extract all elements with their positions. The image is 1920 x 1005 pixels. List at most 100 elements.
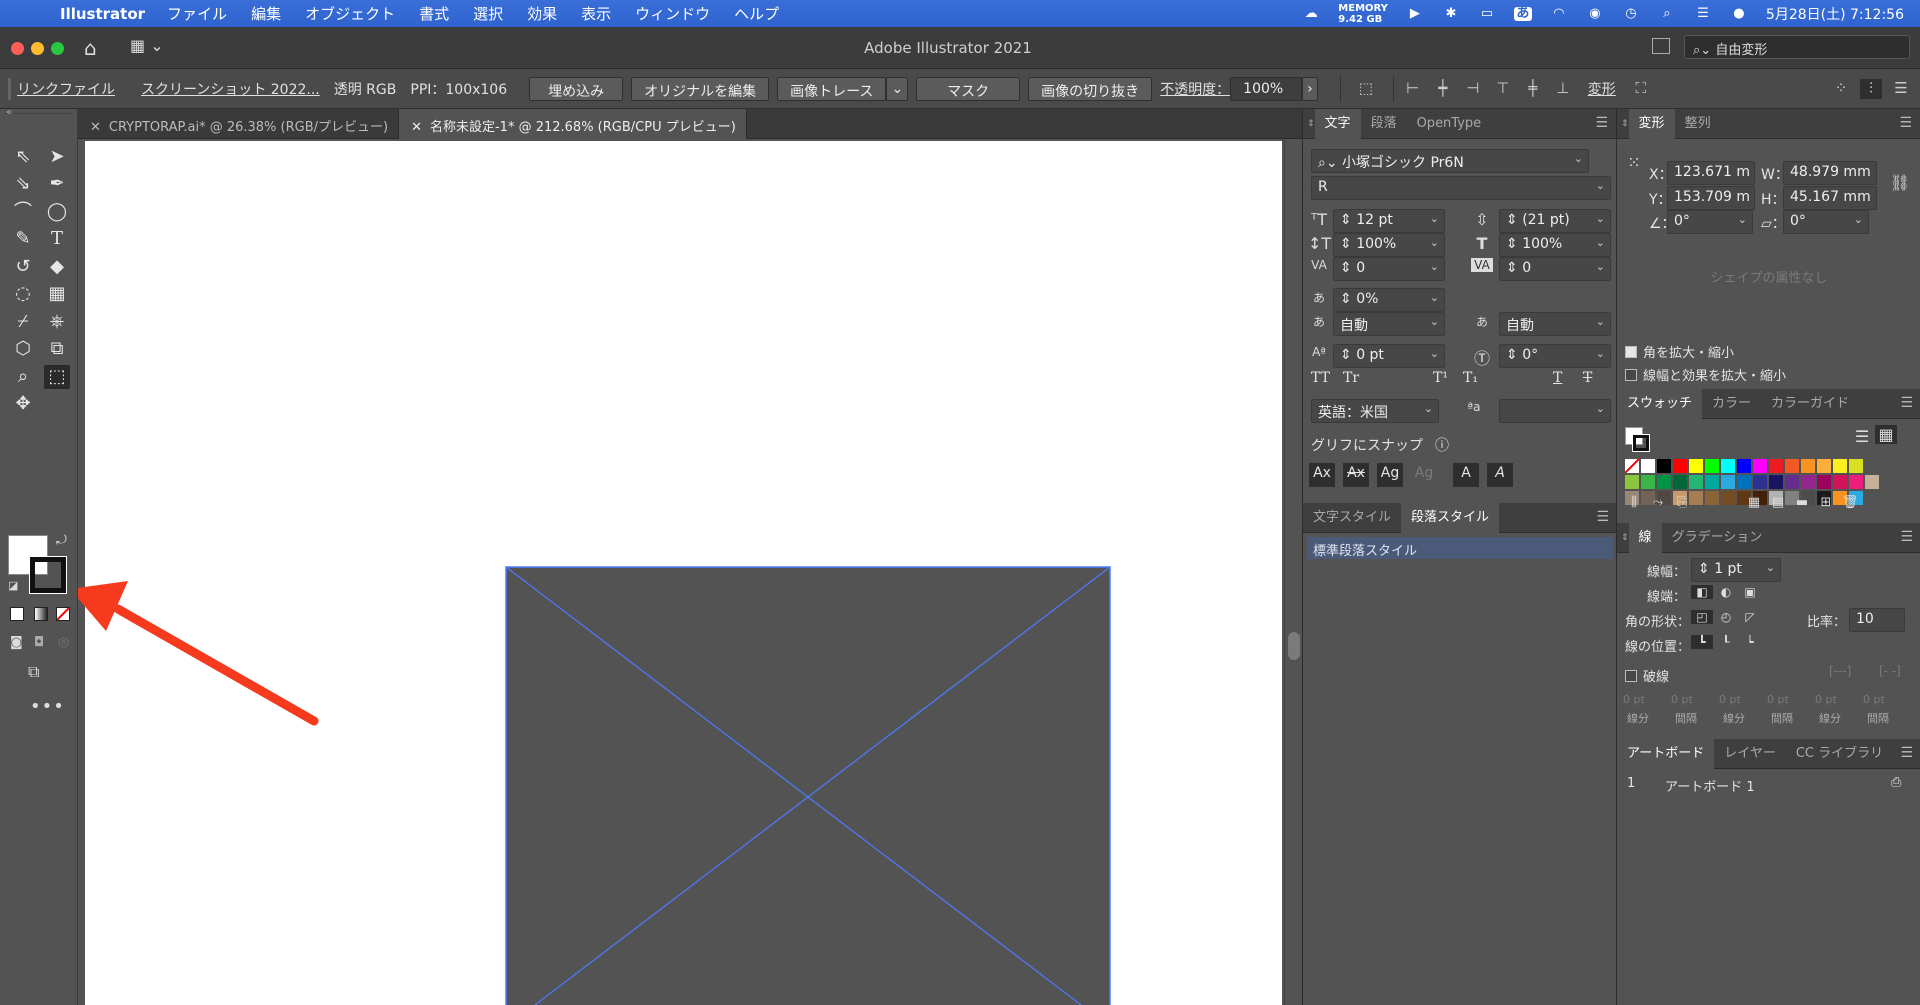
link-file-link[interactable]: リンクファイル: [17, 79, 115, 99]
paintbrush-tool-icon[interactable]: ✎: [10, 227, 36, 251]
puppet-warp-tool-icon[interactable]: ✥: [10, 392, 36, 416]
subscript-icon[interactable]: T₁: [1463, 370, 1478, 386]
mask-button[interactable]: マスク: [916, 76, 1021, 101]
cloud-icon[interactable]: ☁: [1302, 6, 1320, 21]
menu-window[interactable]: ウィンドウ: [635, 3, 710, 24]
swatch[interactable]: [1721, 475, 1735, 489]
clock-icon[interactable]: ◷: [1622, 6, 1640, 21]
recolor-icon[interactable]: ⬚: [1355, 79, 1377, 99]
swatch[interactable]: [1737, 475, 1751, 489]
user-icon[interactable]: ◉: [1586, 6, 1604, 21]
trash-icon[interactable]: 🗑: [1839, 495, 1861, 510]
tab-stroke[interactable]: 線: [1628, 522, 1662, 553]
aki-left-field[interactable]: 自動 ⌄: [1333, 312, 1445, 336]
reference-point-icon[interactable]: ⁙: [1623, 153, 1645, 172]
place-swatches-icon[interactable]: ⎘: [1671, 495, 1693, 510]
swatch-none[interactable]: [1624, 458, 1640, 474]
dash-2-field[interactable]: 0 pt: [1719, 693, 1741, 706]
tab-layers[interactable]: レイヤー: [1714, 739, 1786, 769]
kerning-field[interactable]: ⇕ 0 ⌄: [1333, 257, 1445, 281]
close-tab-icon[interactable]: ✕: [90, 120, 101, 135]
dash-preserve-icon[interactable]: [‐‐‐]: [1829, 664, 1851, 678]
swatch[interactable]: [1817, 475, 1831, 489]
round-cap-icon[interactable]: ◐: [1715, 585, 1737, 599]
menu-type[interactable]: 書式: [419, 3, 449, 24]
selection-tool-icon[interactable]: ⇖: [10, 145, 36, 169]
tsume-field[interactable]: ⇕ 0% ⌄: [1333, 288, 1445, 312]
menu-file[interactable]: ファイル: [167, 3, 227, 24]
align-left-icon[interactable]: ⊢: [1402, 79, 1424, 99]
tab-character-styles[interactable]: 文字スタイル: [1303, 503, 1401, 533]
strikethrough-icon[interactable]: T: [1583, 370, 1592, 386]
menu-app-name[interactable]: Illustrator: [60, 5, 145, 23]
show-kinds-icon[interactable]: ⤳: [1647, 495, 1669, 510]
panel-menu-icon[interactable]: ☰: [1899, 115, 1912, 131]
swatch-library-icon[interactable]: ⫼: [1623, 495, 1645, 510]
color-mode-icon[interactable]: [10, 607, 24, 621]
panel-menu-icon[interactable]: ☰: [1596, 509, 1609, 525]
shape-builder-tool-icon[interactable]: ⬡: [10, 337, 36, 361]
swatch[interactable]: [1833, 475, 1847, 489]
all-caps-icon[interactable]: TT: [1311, 370, 1330, 386]
menu-help[interactable]: ヘルプ: [734, 3, 779, 24]
tab-character[interactable]: 文字: [1314, 108, 1361, 139]
group-selection-tool-icon[interactable]: ⇘: [10, 172, 36, 196]
linked-filename[interactable]: スクリーンショット 2022...: [141, 79, 320, 99]
snap-baseline-icon[interactable]: Ax: [1309, 463, 1335, 487]
collapse-toolbar-icon[interactable]: «: [6, 107, 12, 118]
tab-gradient[interactable]: グラデーション: [1662, 523, 1773, 553]
arrange-docs-icon[interactable]: ⁘: [1830, 79, 1852, 99]
collapse-icon[interactable]: ⇕: [1307, 119, 1315, 129]
vertical-scale-field[interactable]: ⇕ 100% ⌄: [1333, 233, 1445, 257]
miter-ratio-field[interactable]: 10: [1849, 608, 1905, 632]
align-bottom-icon[interactable]: ⊥: [1552, 79, 1574, 99]
swatch[interactable]: [1769, 459, 1783, 473]
bevel-join-icon[interactable]: ◸: [1739, 610, 1761, 624]
control-bar-menu-icon[interactable]: ☰: [1890, 79, 1912, 99]
x-position-field[interactable]: 123.671 m: [1667, 161, 1755, 185]
swatch[interactable]: [1849, 459, 1863, 473]
y-position-field[interactable]: 153.709 m: [1667, 186, 1755, 210]
image-trace-button[interactable]: 画像トレース: [777, 76, 887, 101]
tab-swatches[interactable]: スウォッチ: [1617, 388, 1703, 419]
superscript-icon[interactable]: T¹: [1433, 370, 1448, 386]
stroke-weight-field[interactable]: ⇕ 1 pt ⌄: [1691, 558, 1781, 582]
snap-glyph-bounds-icon[interactable]: Ag: [1377, 463, 1403, 487]
tab-align[interactable]: 整列: [1675, 109, 1721, 139]
dash-align-icon[interactable]: [‐ ‐]: [1879, 664, 1901, 678]
swap-fill-stroke-icon[interactable]: ⤾: [56, 533, 67, 548]
tab-document-cryptorap[interactable]: ✕ CRYPTORAP.ai* @ 26.38% (RGB/プレビュー): [78, 109, 400, 139]
swatch[interactable]: [1785, 459, 1799, 473]
lasso-tool-icon[interactable]: ◌: [10, 282, 36, 306]
swatch-options-icon[interactable]: ▦: [1743, 495, 1765, 510]
info-icon[interactable]: ⓘ: [1435, 435, 1449, 455]
folder-icon[interactable]: ▬: [1791, 495, 1813, 510]
width-field[interactable]: 48.979 mm: [1783, 161, 1877, 185]
spotlight-icon[interactable]: ⌕: [1658, 6, 1676, 21]
snap-anchor-icon[interactable]: A: [1487, 463, 1513, 487]
tab-color-guide[interactable]: カラーガイド: [1761, 389, 1859, 419]
bluetooth-icon[interactable]: ✱: [1442, 6, 1460, 21]
align-stroke-center-icon[interactable]: ┗: [1691, 635, 1713, 649]
panel-toggle-icon[interactable]: [1652, 38, 1670, 54]
swatch[interactable]: [1817, 459, 1831, 473]
swatch[interactable]: [1737, 459, 1751, 473]
swatch[interactable]: [1641, 459, 1655, 473]
draw-inside-icon[interactable]: ◎: [58, 635, 69, 650]
menubar-datetime[interactable]: 5月28日(土) 7:12:56: [1766, 4, 1904, 24]
control-center-icon[interactable]: ☰: [1694, 6, 1712, 21]
crop-image-button[interactable]: 画像の切り抜き: [1028, 76, 1153, 101]
battery-icon[interactable]: ▭: [1478, 6, 1496, 21]
dash-1-field[interactable]: 0 pt: [1623, 693, 1645, 706]
swatch[interactable]: [1721, 459, 1735, 473]
type-tool-icon[interactable]: T: [44, 227, 70, 251]
font-size-field[interactable]: ⇕ 12 pt ⌄: [1333, 209, 1445, 233]
scroll-thumb[interactable]: [1288, 632, 1300, 660]
tab-paragraph[interactable]: 段落: [1361, 109, 1407, 139]
scale-strokes-checkbox[interactable]: 線幅と効果を拡大・縮小: [1625, 365, 1786, 384]
gradient-mode-icon[interactable]: [34, 607, 48, 621]
edit-original-button[interactable]: オリジナルを編集: [631, 76, 770, 101]
draw-behind-icon[interactable]: ◘: [34, 635, 44, 650]
menu-view[interactable]: 表示: [581, 3, 611, 24]
isolate-icon[interactable]: ⛶: [1630, 79, 1652, 99]
